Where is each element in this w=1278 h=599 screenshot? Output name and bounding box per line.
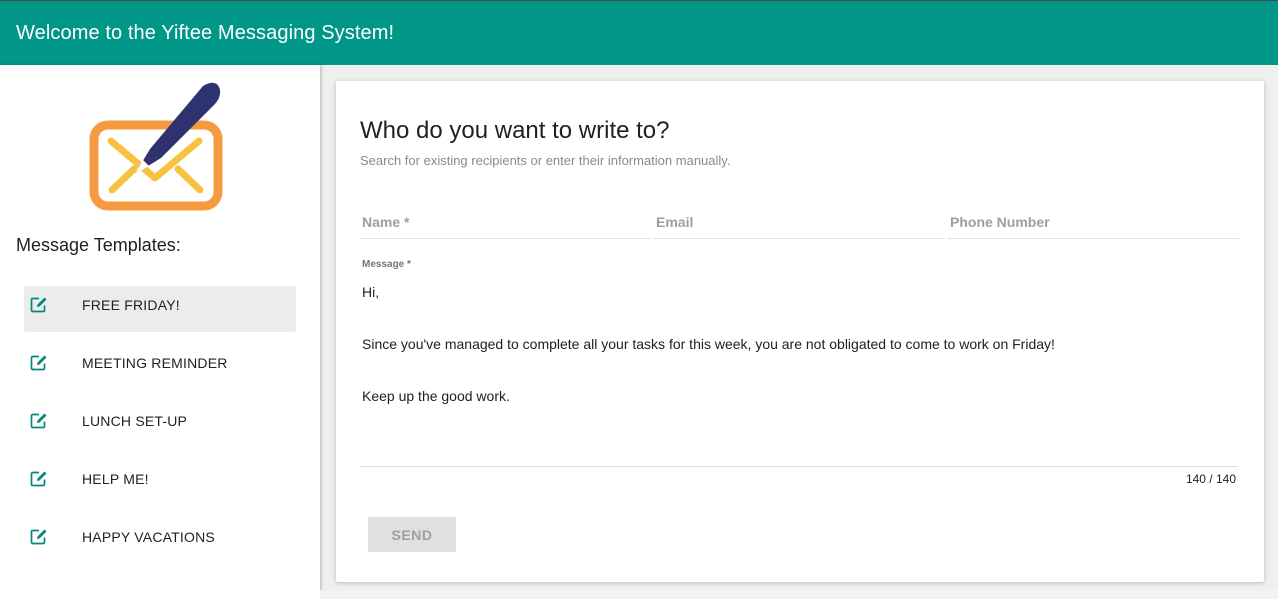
character-counter: 140 / 140	[1185, 472, 1236, 486]
sidebar: Message Templates: FREE FRIDAY! MEETING …	[0, 65, 320, 599]
envelope-pen-icon	[89, 82, 223, 211]
phone-field[interactable]	[948, 207, 1239, 237]
edit-icon	[30, 355, 47, 371]
name-field[interactable]	[360, 207, 651, 237]
template-label: HELP ME!	[82, 471, 149, 487]
send-button[interactable]: SEND	[368, 517, 456, 552]
template-item-help-me[interactable]: HELP ME!	[24, 460, 296, 506]
templates-heading: Message Templates:	[16, 235, 181, 255]
email-field[interactable]	[654, 207, 945, 237]
form-subtitle: Search for existing recipients or enter …	[360, 153, 731, 168]
template-label: HAPPY VACATIONS	[82, 529, 215, 545]
template-list: FREE FRIDAY! MEETING REMINDER LUNCH SET-…	[24, 286, 296, 576]
message-line: Hi,	[362, 284, 380, 300]
template-label: LUNCH SET-UP	[82, 413, 188, 429]
template-item-free-friday[interactable]: FREE FRIDAY!	[24, 286, 296, 332]
edit-icon	[30, 297, 47, 313]
template-item-happy-vacations[interactable]: HAPPY VACATIONS	[24, 518, 296, 564]
template-label: FREE FRIDAY!	[82, 297, 180, 313]
edit-icon	[30, 529, 47, 545]
edit-icon	[30, 471, 47, 487]
message-line: Since you've managed to complete all you…	[362, 336, 1055, 352]
template-item-lunch-setup[interactable]: LUNCH SET-UP	[24, 402, 296, 448]
message-label: Message *	[362, 259, 411, 270]
app-title: Welcome to the Yiftee Messaging System!	[16, 22, 395, 44]
name-field-wrapper	[360, 207, 651, 239]
message-line: Keep up the good work.	[362, 388, 510, 404]
message-form-card: Who do you want to write to? Search for …	[336, 81, 1264, 582]
page-bottom-edge	[320, 590, 1278, 599]
phone-field-wrapper	[948, 207, 1239, 239]
message-textarea[interactable]: Hi, Since you've managed to complete all…	[360, 281, 1238, 467]
template-item-meeting-reminder[interactable]: MEETING REMINDER	[24, 344, 296, 390]
template-label: MEETING REMINDER	[82, 355, 228, 371]
form-title: Who do you want to write to?	[360, 117, 670, 144]
email-field-wrapper	[654, 207, 945, 239]
app-header: Welcome to the Yiftee Messaging System!	[0, 0, 1278, 65]
edit-icon	[30, 413, 47, 429]
